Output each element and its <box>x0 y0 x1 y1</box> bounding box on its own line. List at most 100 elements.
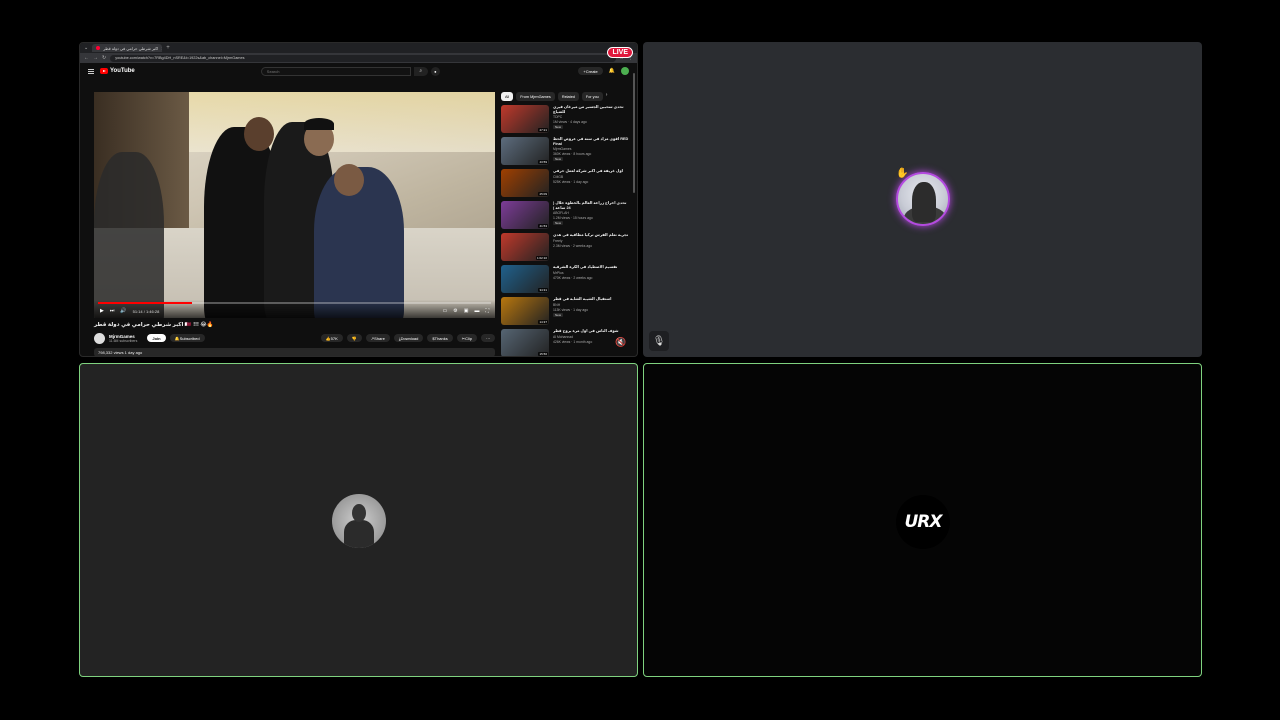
reload-icon[interactable]: ↻ <box>102 55 106 61</box>
page-scrollbar[interactable] <box>633 73 635 193</box>
subscribed-button[interactable]: 🔔 Subscribed <box>169 334 205 342</box>
like-count: 57K <box>330 335 338 341</box>
recommendation-stats: 2.3M views · 2 weeks ago <box>553 243 593 248</box>
recommendation-meta: اقوى مزاد في سنة في عروض الحظ RED Final M… <box>553 137 629 165</box>
theater-icon[interactable]: ▬ <box>474 308 479 314</box>
microphone-icon[interactable]: ● <box>430 66 440 76</box>
search-icon[interactable]: ⌕ <box>413 66 428 76</box>
recommendation-title[interactable]: استقبال الشيبة الشابة في قطر <box>553 297 629 302</box>
clip-button[interactable]: ✂ Clip <box>456 334 477 342</box>
settings-gear-icon[interactable]: ⚙ <box>453 308 457 314</box>
download-button[interactable]: ⤓ Download <box>393 334 424 342</box>
new-tab-icon[interactable]: + <box>166 45 170 51</box>
account-avatar[interactable] <box>621 67 629 75</box>
avatar-figure-head <box>352 504 366 522</box>
recommendation-item[interactable]: 34:31 تقسيم الاصطياد في الكرة الشرقية MrPl… <box>501 265 629 293</box>
recommendation-title[interactable]: تحدي اخراج زراعة العالم بالخطوة خلال ( 2… <box>553 201 629 210</box>
tab-title: اكبر شرطي حرامي في دولة قطر <box>103 45 159 51</box>
filter-chip[interactable]: All <box>501 92 514 101</box>
recommendation-item[interactable]: 14:37 استقبال الشيبة الشابة في قطر BNH 113K… <box>501 297 629 325</box>
recommendation-item[interactable]: 1:02:10 تجربة تعلم الفرس تركيا مطاقية في … <box>501 233 629 261</box>
recommendation-thumbnail[interactable]: 14:37 <box>501 297 549 325</box>
recommendation-thumbnail[interactable]: 1:02:10 <box>501 233 549 261</box>
recommendation-item[interactable]: 41:53 تحدي اخراج زراعة العالم بالخطوة خلا… <box>501 201 629 229</box>
new-badge: New <box>553 157 564 162</box>
recommendation-thumbnail[interactable]: 41:53 <box>501 201 549 229</box>
volume-icon[interactable]: 🔊 <box>120 308 126 314</box>
video-title: اكبر شرطي حرامي في دولة قطر 🇶🇦 !!! 😂🔥 <box>94 322 214 328</box>
description-box[interactable]: 798,332 views 1 day ago <box>94 348 495 356</box>
screen-share-tile[interactable]: ⌄ اكبر شرطي حرامي في دولة قطر ✕ + LIVE ←… <box>79 42 638 357</box>
url-field[interactable]: youtube.com/watch?v=7RBg4DH_nSRE&t=1922s… <box>110 54 616 62</box>
recommendation-thumbnail[interactable]: 15:56 <box>501 329 549 356</box>
share-button[interactable]: ↗ Share <box>365 334 390 342</box>
share-label: Share <box>374 335 385 341</box>
miniplayer-icon[interactable]: ▣ <box>464 308 469 314</box>
forward-icon[interactable]: → <box>93 55 98 61</box>
captions-icon[interactable]: ▭ <box>443 308 448 314</box>
speaker-muted-icon[interactable]: 🔇 <box>613 336 629 348</box>
filter-chip[interactable]: For you <box>581 92 603 101</box>
participant-avatar: URX <box>896 495 950 549</box>
recommendation-channel: MjrmGames <box>553 147 572 152</box>
video-player[interactable]: ▶ ⏭ 🔊 51:14 / 1:46:28 ▭ ⚙ ▣ ▬ ⛶ <box>94 92 495 318</box>
tab-close-icon[interactable]: ✕ <box>161 46 162 51</box>
recommendation-item[interactable]: 15:56 شوف الناس في اول مرة يروح قطر Al Moh… <box>501 329 629 356</box>
recommendation-title[interactable]: تحدي سحبين الجسبر من ميرغان فيري للضياع <box>553 105 629 114</box>
play-icon[interactable]: ▶ <box>100 308 104 314</box>
youtube-favicon-icon <box>96 46 101 50</box>
hamburger-menu-icon[interactable] <box>88 68 94 74</box>
search-bar: Search ⌕ ● <box>260 66 440 76</box>
notifications-bell-icon[interactable]: 🔔 <box>609 68 615 74</box>
youtube-logo[interactable]: YouTube <box>100 68 135 74</box>
recommendation-title[interactable]: أول غريفة في اكبر شركة لعمل حرفي <box>553 169 629 174</box>
recommendation-item[interactable]: 27:21 تحدي سحبين الجسبر من ميرغان فيري لل… <box>501 105 629 133</box>
tab-search-icon[interactable]: ⌄ <box>84 45 88 51</box>
recommendation-title[interactable]: شوف الناس في اول مرة يروح قطر <box>553 329 629 334</box>
browser-tab[interactable]: اكبر شرطي حرامي في دولة قطر ✕ <box>92 44 163 52</box>
participant-tile[interactable]: ✋ 🎙 <box>643 42 1202 357</box>
chevron-right-icon[interactable]: › <box>606 92 608 101</box>
filter-chip[interactable]: From MjrmGames <box>516 92 555 101</box>
fullscreen-icon[interactable]: ⛶ <box>485 308 489 314</box>
channel-avatar[interactable] <box>94 332 105 344</box>
recommendation-title[interactable]: تقسيم الاصطياد في الكرة الشرقية <box>553 265 629 270</box>
recommendation-title[interactable]: تجربة تعلم الفرس تركيا مطاقية في هدي <box>553 233 629 238</box>
thanks-button[interactable]: $ Thanks <box>427 334 453 342</box>
participant-tile[interactable] <box>79 363 638 677</box>
seek-bar[interactable] <box>98 302 491 304</box>
speaking-indicator-icon: ✋ <box>896 168 909 179</box>
back-icon[interactable]: ← <box>84 55 89 61</box>
search-input[interactable]: Search <box>260 66 411 76</box>
next-icon[interactable]: ⏭ <box>110 308 115 314</box>
like-button[interactable]: 👍 57K <box>320 334 343 342</box>
recommendation-thumbnail[interactable]: 25:09 <box>501 169 549 197</box>
dislike-button[interactable]: 👎 <box>346 334 362 342</box>
recommendation-thumbnail[interactable]: 34:31 <box>501 265 549 293</box>
recommendation-stats: 525K views · 1 day ago <box>553 179 589 184</box>
recommendation-item[interactable]: 25:09 أول غريفة في اكبر شركة لعمل حرفي CMG… <box>501 169 629 197</box>
recommendation-thumbnail[interactable]: 27:21 <box>501 105 549 133</box>
channel-info: MjrmGames 11.6M subscribers <box>109 334 137 343</box>
recommendation-meta: تحدي سحبين الجسبر من ميرغان فيري للضياع T… <box>553 105 629 133</box>
create-button[interactable]: + Create <box>578 67 603 75</box>
new-badge: New <box>553 125 564 130</box>
clip-label: Clip <box>465 335 472 341</box>
time-display: 51:14 / 1:46:28 <box>132 308 160 314</box>
join-button[interactable]: Join <box>147 334 166 342</box>
header-actions: + Create 🔔 <box>578 67 629 75</box>
channel-row: MjrmGames 11.6M subscribers Join 🔔 Subsc… <box>94 332 495 344</box>
filter-chip[interactable]: Related <box>557 92 579 101</box>
participant-tile[interactable]: URX <box>643 363 1202 677</box>
player-controls: ▶ ⏭ 🔊 51:14 / 1:46:28 ▭ ⚙ ▣ ▬ ⛶ <box>94 300 495 318</box>
video-actions: 👍 57K 👎 ↗ Share ⤓ Download $ Thanks ✂ Cl… <box>320 334 495 342</box>
recommendation-meta: تقسيم الاصطياد في الكرة الشرقية MrPlus 470… <box>553 265 629 293</box>
create-label: Create <box>585 68 598 74</box>
recommendation-item[interactable]: 43:59 اقوى مزاد في سنة في عروض الحظ RED F… <box>501 137 629 165</box>
more-actions-button[interactable]: ⋯ <box>481 334 495 342</box>
recommendation-stats: 360K views · 8 hours ago <box>553 152 592 157</box>
player-right-controls: ▭ ⚙ ▣ ▬ ⛶ <box>443 308 489 314</box>
recommendation-title[interactable]: اقوى مزاد في سنة في عروض الحظ RED Final <box>553 137 629 146</box>
recommendation-thumbnail[interactable]: 43:59 <box>501 137 549 165</box>
call-grid: ⌄ اكبر شرطي حرامي في دولة قطر ✕ + LIVE ←… <box>0 0 1280 720</box>
